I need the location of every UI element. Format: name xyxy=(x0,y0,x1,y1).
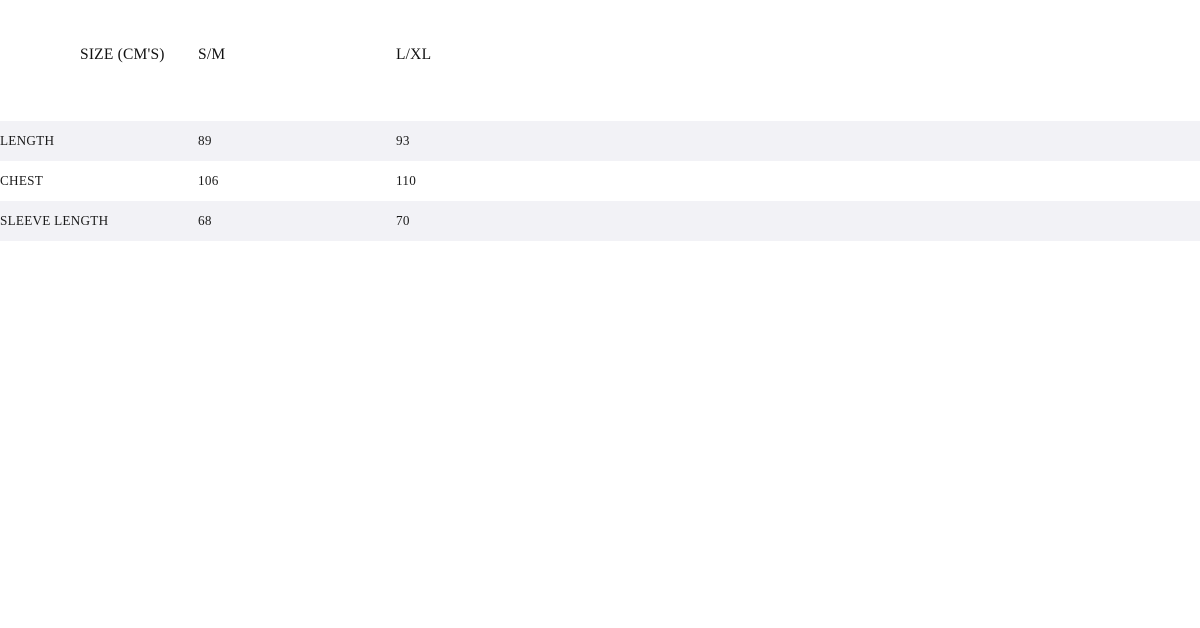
row-value-sleeve-length-lxl: 70 xyxy=(396,213,410,228)
table-row: CHEST 106 110 xyxy=(0,161,1200,201)
column-header-sm: S/M xyxy=(198,46,226,63)
table-row: LENGTH 89 93 xyxy=(0,121,1200,161)
table-body: LENGTH 89 93 CHEST 106 110 SLEEVE LENGTH… xyxy=(0,121,1200,241)
size-chart: SIZE (CM'S) S/M L/XL LENGTH 89 93 CHEST … xyxy=(0,0,1200,241)
row-value-length-lxl: 93 xyxy=(396,133,410,148)
table-header: SIZE (CM'S) S/M L/XL xyxy=(0,0,1200,121)
spacer-cell xyxy=(198,82,396,121)
row-value-chest-lxl: 110 xyxy=(396,173,417,188)
row-value-chest-sm: 106 xyxy=(198,173,219,188)
table-row: SLEEVE LENGTH 68 70 xyxy=(0,201,1200,241)
header-body-spacer xyxy=(0,82,1200,121)
row-label-sleeve-length: SLEEVE LENGTH xyxy=(0,213,109,228)
spacer-cell xyxy=(396,82,1200,121)
table-header-row: SIZE (CM'S) S/M L/XL xyxy=(0,0,1200,82)
row-value-sleeve-length-sm: 68 xyxy=(198,213,212,228)
size-chart-table: SIZE (CM'S) S/M L/XL LENGTH 89 93 CHEST … xyxy=(0,0,1200,241)
column-header-measurement: SIZE (CM'S) xyxy=(80,46,165,63)
row-label-length: LENGTH xyxy=(0,133,55,148)
column-header-lxl: L/XL xyxy=(396,46,432,63)
row-label-chest: CHEST xyxy=(0,173,44,188)
row-value-length-sm: 89 xyxy=(198,133,212,148)
spacer-cell xyxy=(0,82,198,121)
